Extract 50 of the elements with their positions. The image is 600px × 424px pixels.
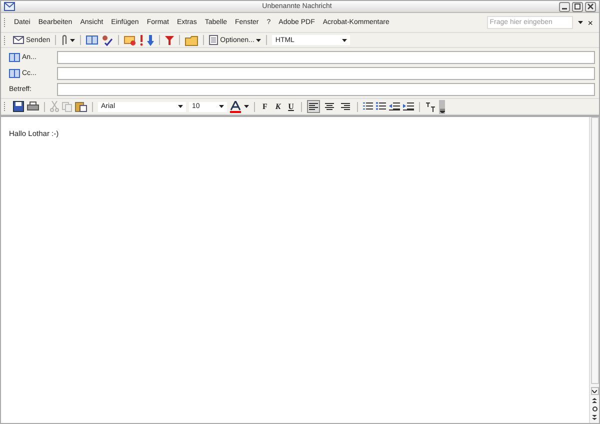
align-button[interactable] — [307, 100, 320, 113]
maximize-button[interactable] — [572, 2, 583, 12]
close-button[interactable]: × — [588, 18, 593, 28]
save-icon[interactable] — [13, 101, 24, 112]
folder-icon[interactable] — [185, 34, 198, 46]
caret-icon[interactable] — [578, 21, 583, 24]
address-book-icon — [9, 69, 20, 78]
text-direction-icon[interactable] — [425, 102, 436, 112]
input-field[interactable] — [57, 67, 595, 80]
envelope-icon[interactable] — [124, 34, 136, 46]
document-icon — [209, 35, 218, 45]
toolbar-options-button[interactable] — [439, 100, 445, 114]
scroll-down-button[interactable] — [590, 387, 598, 395]
bulleted-list-icon[interactable] — [376, 102, 386, 111]
envelope-icon — [13, 36, 24, 44]
paste-icon[interactable] — [75, 101, 87, 112]
printer-icon[interactable] — [27, 101, 39, 112]
align-button[interactable] — [339, 100, 352, 113]
close-icon — [587, 3, 594, 10]
caret-icon — [219, 105, 224, 108]
underline-button[interactable]: U — [286, 102, 296, 111]
paperclip-icon[interactable] — [61, 34, 68, 46]
align-button[interactable] — [323, 100, 336, 113]
increase-indent-icon[interactable] — [403, 102, 414, 111]
next-icon[interactable] — [592, 415, 597, 420]
address-book-icon — [9, 53, 20, 62]
input-field[interactable] — [57, 83, 595, 96]
input-field[interactable] — [57, 51, 595, 64]
font-color-icon[interactable] — [230, 100, 241, 112]
envelope-icon — [4, 2, 15, 11]
caret-icon — [440, 108, 444, 112]
exclamation-icon[interactable] — [139, 34, 144, 46]
down-arrow-icon[interactable] — [147, 34, 154, 46]
close-button[interactable] — [585, 2, 596, 12]
italic-button[interactable]: K — [273, 102, 283, 111]
caret-icon — [256, 38, 262, 42]
bold-button[interactable]: F — [260, 102, 270, 111]
caret-icon — [342, 38, 348, 42]
scrollbar[interactable] — [589, 117, 599, 423]
circle-icon[interactable] — [592, 406, 598, 412]
minimize-button[interactable] — [559, 2, 570, 12]
address-book-icon[interactable] — [86, 35, 98, 45]
caret-icon — [592, 390, 597, 392]
caret-icon[interactable] — [244, 105, 249, 108]
previous-icon[interactable] — [592, 398, 597, 403]
caret-icon[interactable] — [70, 38, 76, 42]
caret-icon — [178, 105, 183, 108]
check-names-icon[interactable] — [101, 34, 114, 46]
decrease-indent-icon[interactable] — [389, 102, 400, 111]
maximize-icon — [574, 3, 581, 10]
